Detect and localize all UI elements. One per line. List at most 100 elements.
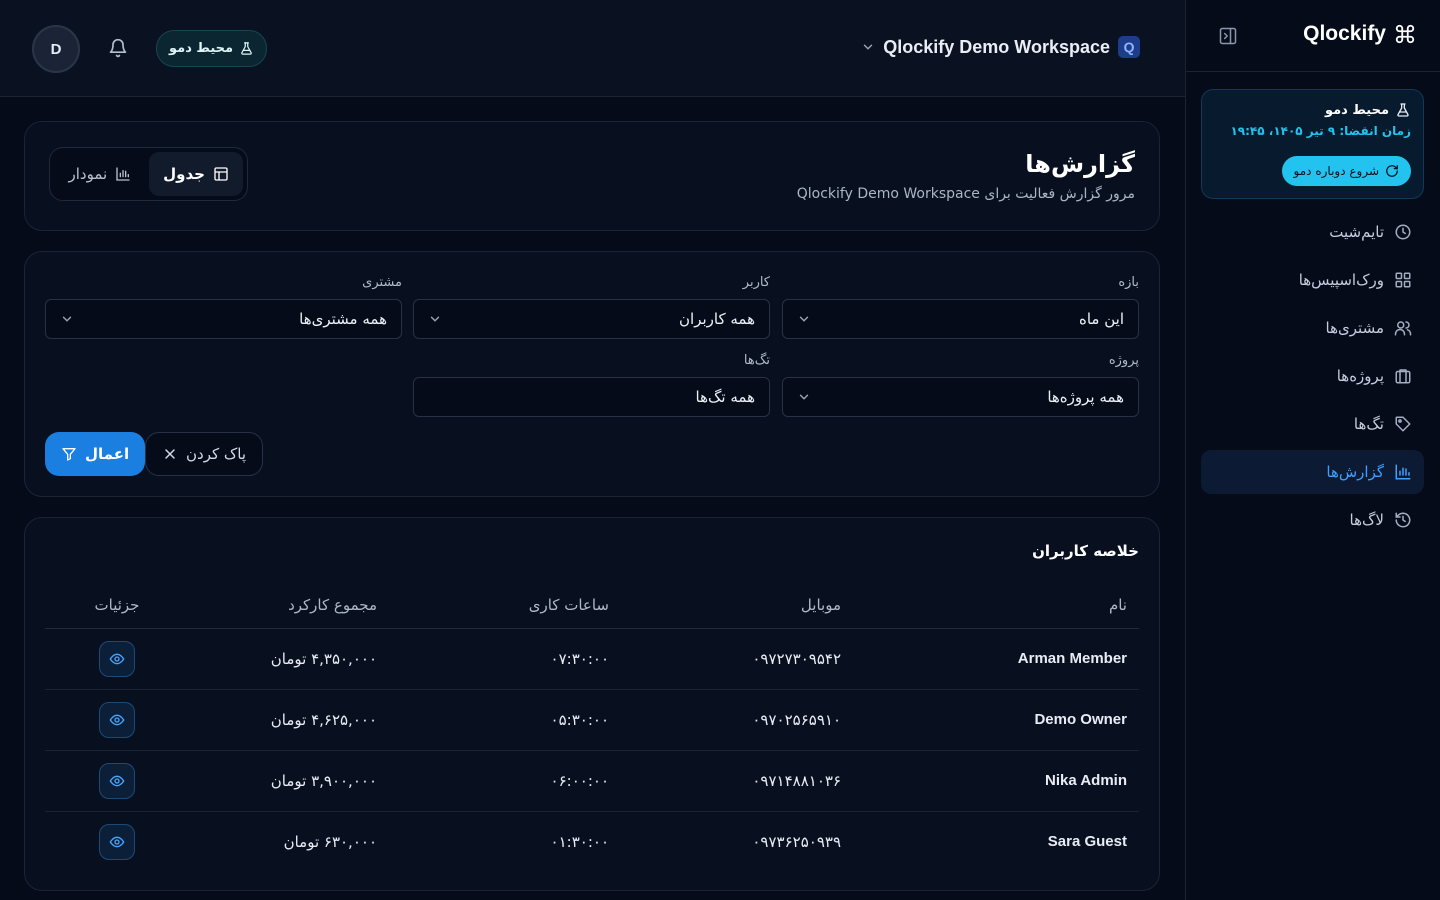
filter-icon	[61, 446, 77, 462]
user-summary-table: نام موبایل ساعات کاری مجموع کارکرد جزئیا…	[45, 582, 1139, 872]
project-select[interactable]: همه پروژه‌ها	[782, 377, 1139, 417]
row-mobile: ۰۹۷۳۶۲۵۰۹۳۹	[752, 832, 841, 851]
sidebar-item-timesheet[interactable]: تایم‌شیت	[1201, 210, 1424, 254]
user-select[interactable]: همه کاربران	[413, 299, 770, 339]
sidebar-item-workspaces[interactable]: ورک‌اسپیس‌ها	[1201, 258, 1424, 302]
sidebar-item-logs[interactable]: لاگ‌ها	[1201, 498, 1424, 542]
client-select[interactable]: همه مشتری‌ها	[45, 299, 402, 339]
project-label: پروژه	[1108, 353, 1139, 368]
view-table-button[interactable]: جدول	[149, 152, 243, 196]
row-name: Arman Member	[853, 628, 1139, 690]
refresh-icon	[1385, 164, 1399, 178]
restart-demo-button[interactable]: شروع دوباره دمو	[1281, 156, 1411, 186]
sidebar-item-label: لاگ‌ها	[1349, 511, 1384, 529]
view-details-button[interactable]	[99, 823, 135, 860]
avatar[interactable]: D	[32, 25, 80, 73]
sidebar-collapse-icon[interactable]	[1216, 26, 1238, 48]
eye-icon	[109, 773, 125, 789]
sidebar-item-label: مشتری‌ها	[1325, 319, 1384, 337]
apply-filters-button[interactable]: اعمال	[45, 432, 146, 476]
flask-icon	[1395, 102, 1411, 118]
tag-icon	[1394, 415, 1412, 433]
page-title: گزارش‌ها	[1025, 150, 1135, 178]
demo-env-badge: محیط دمو	[156, 30, 268, 67]
sidebar-item-label: پروژه‌ها	[1336, 367, 1384, 385]
page-subtitle: مرور گزارش فعالیت برای Qlockify Demo Wor…	[796, 186, 1135, 202]
range-field: بازه این ماه	[782, 275, 1139, 339]
brand[interactable]: Qlockify	[1303, 22, 1416, 46]
column-header-mobile: موبایل	[621, 582, 853, 629]
column-header-total: مجموع کارکرد	[189, 582, 389, 629]
eye-icon	[109, 712, 125, 728]
table-row: Arman Member ۰۹۷۲۷۳۰۹۵۴۲ ۰۷:۳۰:۰۰ ۴,۳۵۰,…	[45, 628, 1139, 690]
sidebar-item-label: تایم‌شیت	[1329, 223, 1384, 241]
column-header-details: جزئیات	[45, 582, 189, 629]
row-details	[45, 628, 189, 690]
tags-field: تگ‌ها همه تگ‌ها	[413, 353, 770, 417]
view-details-button[interactable]	[99, 701, 135, 738]
table-icon	[213, 166, 229, 182]
topbar: Q Qlockify Demo Workspace محیط دمو D	[0, 0, 1185, 97]
flask-icon	[239, 41, 254, 56]
row-details	[45, 689, 189, 751]
filters-card: بازه این ماه کاربر همه کاربران مشتری همه…	[24, 251, 1160, 497]
command-icon	[1394, 23, 1416, 45]
sidebar-item-label: ورک‌اسپیس‌ها	[1298, 271, 1384, 289]
range-label: بازه	[1118, 275, 1139, 290]
project-field: پروژه همه پروژه‌ها	[782, 353, 1139, 417]
row-total: ۴,۶۲۵,۰۰۰ تومان	[189, 689, 389, 751]
tags-label: تگ‌ها	[743, 353, 770, 368]
user-field: کاربر همه کاربران	[413, 275, 770, 339]
workspace-switcher[interactable]: Q Qlockify Demo Workspace	[861, 36, 1140, 58]
eye-icon	[109, 834, 125, 850]
column-header-name: نام	[853, 582, 1139, 629]
users-icon	[1394, 319, 1412, 337]
row-hours: ۰۱:۳۰:۰۰	[550, 832, 609, 851]
chevron-down-icon	[428, 312, 442, 326]
clock-icon	[1394, 223, 1412, 241]
demo-expiry: زمان انقضا: ۹ تیر ۱۴۰۵، ۱۹:۴۵	[1230, 124, 1411, 138]
workspace-name: Qlockify Demo Workspace	[883, 36, 1110, 57]
bell-icon[interactable]	[108, 38, 128, 58]
bar-chart-icon	[1394, 463, 1412, 481]
chevron-down-icon	[797, 390, 811, 404]
sidebar-header: Qlockify	[1186, 0, 1440, 72]
eye-icon	[109, 651, 125, 667]
view-toggle: جدول نمودار	[49, 147, 248, 201]
column-header-hours: ساعات کاری	[389, 582, 621, 629]
sidebar-item-clients[interactable]: مشتری‌ها	[1201, 306, 1424, 350]
sidebar-item-reports[interactable]: گزارش‌ها	[1201, 450, 1424, 494]
user-summary-card: خلاصه کاربران نام موبایل ساعات کاری مجمو…	[24, 517, 1160, 891]
table-row: Nika Admin ۰۹۷۱۴۸۸۱۰۳۶ ۰۶:۰۰:۰۰ ۳,۹۰۰,۰۰…	[45, 750, 1139, 812]
view-details-button[interactable]	[99, 762, 135, 799]
row-details	[45, 750, 189, 812]
row-name: Sara Guest	[1047, 833, 1127, 851]
brand-name: Qlockify	[1303, 22, 1386, 45]
row-total: ۴,۳۵۰,۰۰۰ تومان	[189, 628, 389, 690]
row-details	[45, 811, 189, 872]
user-label: کاربر	[742, 275, 770, 290]
tags-select[interactable]: همه تگ‌ها	[413, 377, 770, 417]
range-select[interactable]: این ماه	[782, 299, 1139, 339]
close-icon	[162, 446, 178, 462]
demo-title: محیط دمو	[1214, 102, 1411, 118]
table-row: Demo Owner ۰۹۷۰۲۵۶۵۹۱۰ ۰۵:۳۰:۰۰ ۴,۶۲۵,۰۰…	[45, 689, 1139, 751]
sidebar-item-tags[interactable]: تگ‌ها	[1201, 402, 1424, 446]
sidebar-item-label: تگ‌ها	[1353, 415, 1384, 433]
clear-filters-button[interactable]: پاک کردن	[145, 432, 264, 476]
sidebar-item-label: گزارش‌ها	[1326, 463, 1384, 481]
grid-icon	[1394, 271, 1412, 289]
client-label: مشتری	[362, 275, 402, 290]
table-header-row: نام موبایل ساعات کاری مجموع کارکرد جزئیا…	[45, 582, 1139, 629]
row-name: Demo Owner	[853, 689, 1139, 751]
view-chart-button[interactable]: نمودار	[54, 152, 145, 196]
row-mobile: ۰۹۷۲۷۳۰۹۵۴۲	[621, 628, 853, 690]
sidebar: Qlockify محیط دمو زمان انقضا: ۹ تیر ۱۴۰۵…	[1185, 0, 1440, 900]
summary-title: خلاصه کاربران	[1032, 542, 1139, 560]
sidebar-item-projects[interactable]: پروژه‌ها	[1201, 354, 1424, 398]
row-mobile: ۰۹۷۱۴۸۸۱۰۳۶	[621, 750, 853, 812]
chevron-down-icon	[60, 312, 74, 326]
sidebar-nav: تایم‌شیت ورک‌اسپیس‌ها مشتری‌ها پروژه‌ها …	[1201, 210, 1424, 546]
row-total: ۶۳۰,۰۰۰ تومان	[283, 832, 377, 851]
view-details-button[interactable]	[99, 640, 135, 677]
